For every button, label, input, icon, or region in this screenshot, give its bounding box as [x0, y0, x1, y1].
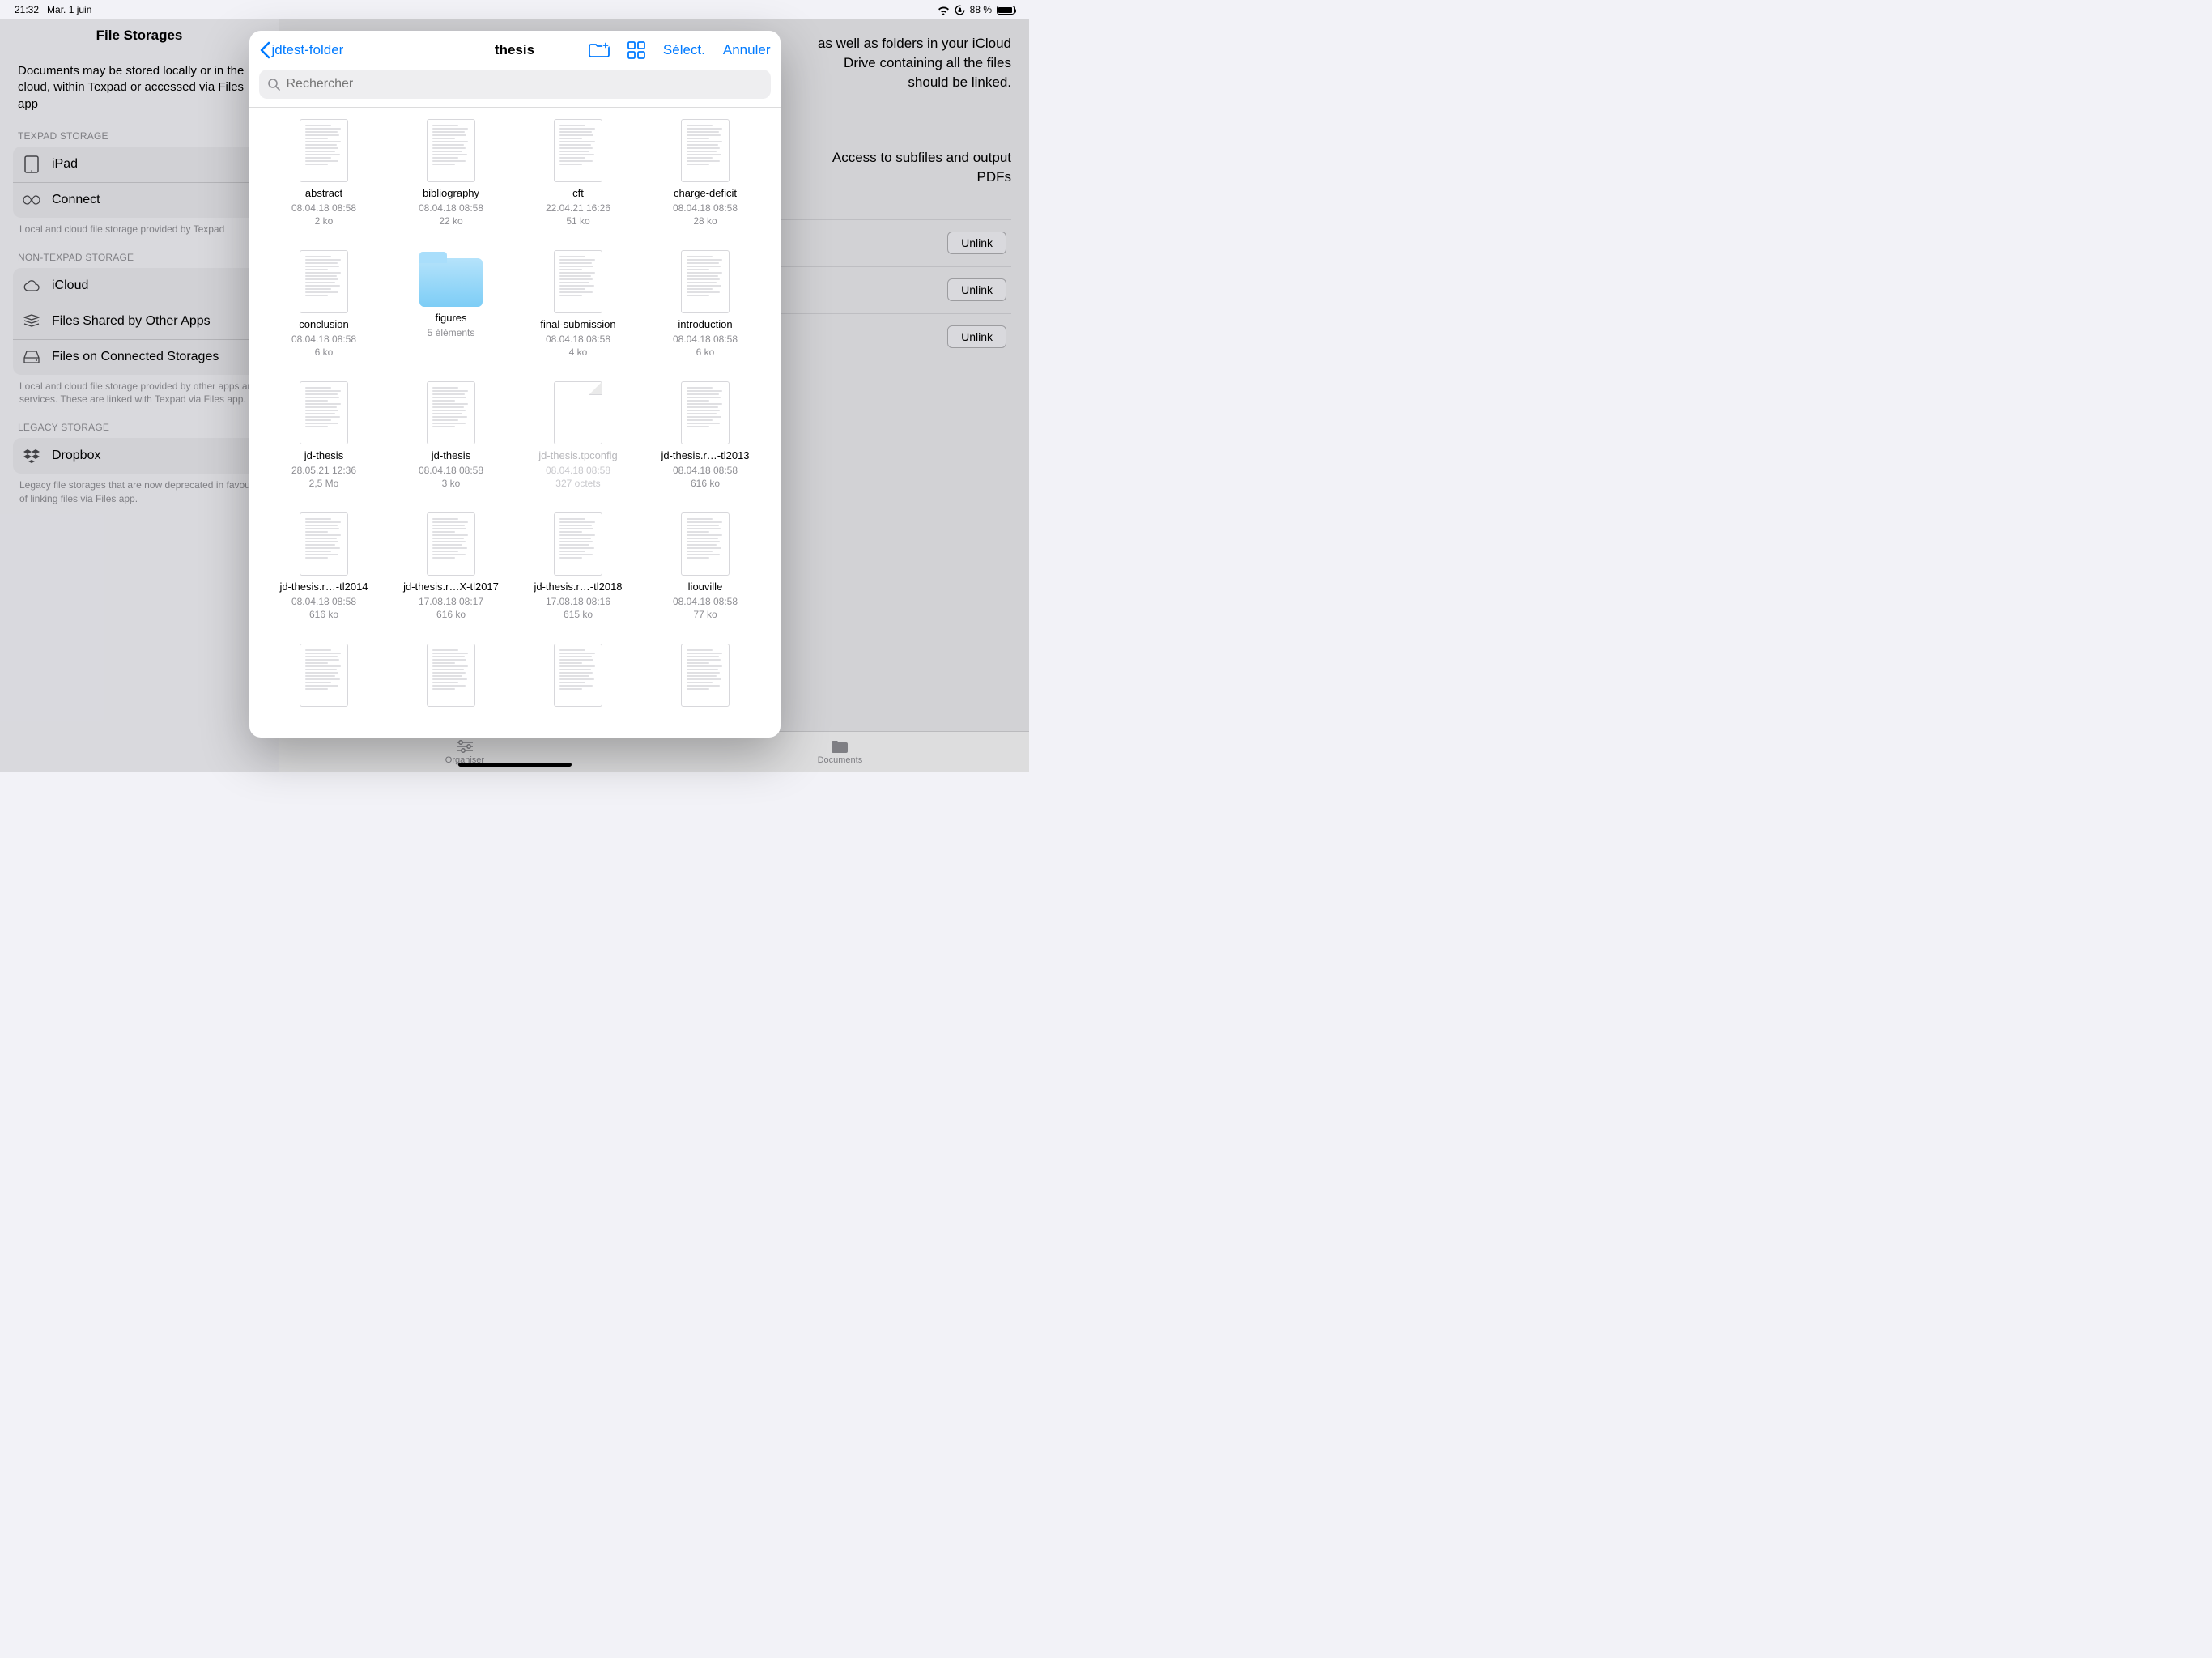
file-thumb [300, 250, 348, 313]
chevron-left-icon [259, 41, 270, 59]
file-name: jd-thesis.tpconfig [538, 449, 618, 462]
status-date: Mar. 1 juin [47, 4, 91, 15]
file-name: cft [572, 187, 584, 200]
file-name: charge-deficit [674, 187, 737, 200]
file-name: jd-thesis.r…-tl2014 [279, 580, 368, 593]
file-thumb [554, 644, 602, 707]
file-item[interactable]: introduction 08.04.18 08:586 ko [645, 250, 766, 359]
file-name: jd-thesis.r…-tl2018 [534, 580, 622, 593]
file-item[interactable]: abstract 08.04.18 08:582 ko [264, 119, 385, 227]
file-thumb [681, 250, 730, 313]
cancel-button[interactable]: Annuler [723, 42, 771, 58]
file-item[interactable]: conclusion 08.04.18 08:586 ko [264, 250, 385, 359]
file-meta: 08.04.18 08:58616 ko [673, 464, 738, 490]
view-grid-button[interactable] [627, 41, 645, 59]
battery-icon [997, 6, 1015, 15]
file-item[interactable]: jd-thesis 28.05.21 12:362,5 Mo [264, 381, 385, 490]
status-bar: 21:32 Mar. 1 juin 88 % [0, 0, 1029, 19]
file-item[interactable] [645, 644, 766, 712]
file-thumb [681, 381, 730, 444]
file-item[interactable] [391, 644, 512, 712]
file-thumb [681, 119, 730, 182]
file-thumb [300, 512, 348, 576]
file-thumb [427, 512, 475, 576]
file-item[interactable] [518, 644, 639, 712]
file-item[interactable]: bibliography 08.04.18 08:5822 ko [391, 119, 512, 227]
file-item[interactable]: jd-thesis.r…-tl2018 17.08.18 08:16615 ko [518, 512, 639, 621]
search-icon [267, 78, 280, 91]
file-item[interactable]: jd-thesis.r…-tl2014 08.04.18 08:58616 ko [264, 512, 385, 621]
file-meta: 08.04.18 08:583 ko [419, 464, 483, 490]
search-field[interactable] [259, 70, 771, 99]
back-label: jdtest-folder [272, 42, 344, 58]
status-time: 21:32 [15, 4, 39, 15]
files-grid: abstract 08.04.18 08:582 ko bibliography 08… [249, 108, 781, 738]
file-name: jd-thesis.r…-tl2013 [661, 449, 749, 462]
file-item[interactable]: liouville 08.04.18 08:5877 ko [645, 512, 766, 621]
file-name: abstract [305, 187, 342, 200]
file-meta: 08.04.18 08:582 ko [291, 202, 356, 227]
file-item[interactable]: jd-thesis.tpconfig 08.04.18 08:58327 octe… [518, 381, 639, 490]
file-item[interactable]: charge-deficit 08.04.18 08:5828 ko [645, 119, 766, 227]
file-thumb [300, 119, 348, 182]
file-name: jd-thesis [432, 449, 470, 462]
file-thumb [300, 381, 348, 444]
file-meta: 08.04.18 08:5822 ko [419, 202, 483, 227]
home-indicator [458, 763, 572, 767]
file-item[interactable]: jd-thesis 08.04.18 08:583 ko [391, 381, 512, 490]
wifi-icon [938, 6, 950, 15]
file-meta: 08.04.18 08:5877 ko [673, 595, 738, 621]
battery-pct: 88 % [970, 4, 992, 15]
file-meta: 08.04.18 08:586 ko [291, 333, 356, 359]
file-thumb [427, 644, 475, 707]
file-item[interactable]: final-submission 08.04.18 08:584 ko [518, 250, 639, 359]
file-meta: 5 éléments [428, 326, 475, 339]
file-item[interactable]: cft 22.04.21 16:2651 ko [518, 119, 639, 227]
file-name: bibliography [423, 187, 479, 200]
file-thumb [554, 512, 602, 576]
files-scroll[interactable]: abstract 08.04.18 08:582 ko bibliography 08… [249, 108, 781, 738]
rotation-lock-icon [955, 5, 965, 15]
file-name: liouville [688, 580, 723, 593]
file-thumb [554, 119, 602, 182]
file-meta: 08.04.18 08:58327 octets [546, 464, 610, 490]
file-thumb [427, 381, 475, 444]
file-name: final-submission [540, 318, 615, 331]
file-meta: 17.08.18 08:17616 ko [419, 595, 483, 621]
file-meta: 08.04.18 08:5828 ko [673, 202, 738, 227]
file-name: jd-thesis.r…X-tl2017 [403, 580, 499, 593]
file-name: introduction [678, 318, 732, 331]
file-thumb [681, 644, 730, 707]
file-thumb [681, 512, 730, 576]
file-picker-modal: jdtest-folder thesis Sélect. Annuler abs… [249, 31, 781, 738]
select-button[interactable]: Sélect. [663, 42, 705, 58]
file-meta: 08.04.18 08:586 ko [673, 333, 738, 359]
file-name: conclusion [299, 318, 348, 331]
file-item[interactable]: figures5 éléments [391, 250, 512, 359]
search-input[interactable] [287, 77, 763, 91]
file-item[interactable] [264, 644, 385, 712]
folder-icon [419, 258, 483, 307]
modal-header: jdtest-folder thesis Sélect. Annuler [249, 31, 781, 70]
file-name: jd-thesis [304, 449, 343, 462]
new-folder-button[interactable] [589, 42, 610, 58]
file-thumb [554, 381, 602, 444]
file-thumb [554, 250, 602, 313]
file-meta: 08.04.18 08:584 ko [546, 333, 610, 359]
file-meta: 28.05.21 12:362,5 Mo [291, 464, 356, 490]
file-thumb [300, 644, 348, 707]
file-meta: 08.04.18 08:58616 ko [291, 595, 356, 621]
file-meta: 17.08.18 08:16615 ko [546, 595, 610, 621]
file-meta: 22.04.21 16:2651 ko [546, 202, 610, 227]
file-name: figures [435, 312, 466, 325]
file-item[interactable]: jd-thesis.r…X-tl2017 17.08.18 08:17616 ko [391, 512, 512, 621]
back-button[interactable]: jdtest-folder [259, 41, 344, 59]
file-thumb [427, 119, 475, 182]
file-item[interactable]: jd-thesis.r…-tl2013 08.04.18 08:58616 ko [645, 381, 766, 490]
